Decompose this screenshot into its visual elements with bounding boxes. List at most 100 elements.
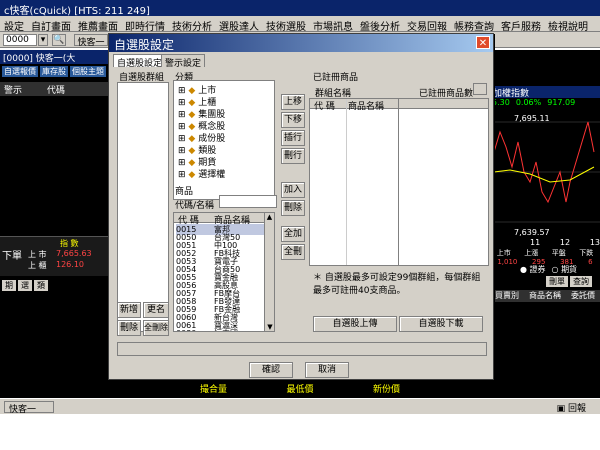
scroll-down-icon[interactable]: ▼: [265, 323, 274, 331]
delete-group-button[interactable]: 刪除: [117, 320, 141, 336]
window-title: [0000] 快客一(大: [0, 50, 110, 64]
dialog-status-field: [117, 342, 487, 356]
search-input[interactable]: [219, 195, 277, 208]
header-product: 商品名稱: [529, 291, 561, 300]
header-code: 代 碼: [314, 102, 335, 112]
tree-item-options[interactable]: ⊞ ◆ 選擇權: [178, 167, 225, 180]
radio-securities[interactable]: ● 證券: [520, 264, 546, 275]
move-down-button[interactable]: 下移: [281, 112, 305, 128]
scrollbar[interactable]: ▲ ▼: [264, 213, 274, 331]
rename-group-button[interactable]: 更名: [143, 302, 169, 318]
add-all-button[interactable]: 全加: [281, 226, 305, 242]
radio-label: 期貨: [561, 265, 578, 274]
tab-holdings[interactable]: 庫存股: [40, 66, 68, 77]
order-table-header: 買賣別 商品名稱 委託價: [490, 290, 600, 302]
workspace-tab[interactable]: 快客一: [74, 34, 108, 48]
tab-stock-topic[interactable]: 個股主題: [70, 66, 106, 77]
cancel-button[interactable]: 取消: [305, 362, 349, 378]
query-button[interactable]: 查詢: [570, 276, 592, 287]
index-otc-label: 上 櫃: [28, 261, 47, 270]
radio-futures[interactable]: ○ 期貨: [552, 264, 578, 275]
scroll-up-icon[interactable]: ▲: [265, 213, 274, 221]
left-tabs: 自選報價 庫存股 個股主題: [2, 66, 106, 77]
index-listed-label: 上 市: [28, 250, 47, 259]
price-high: 7,695.11: [514, 114, 550, 123]
menu-item-technical-screening[interactable]: 技術選股: [266, 18, 306, 33]
order-label[interactable]: 下單: [2, 247, 22, 262]
close-icon[interactable]: ✕: [476, 36, 490, 49]
header-alert: 警示: [4, 86, 23, 96]
workspace-status[interactable]: 快客一: [4, 401, 54, 415]
index-volume: 917.09: [547, 98, 576, 107]
category-tree[interactable]: ⊞ ◆ 上市 ⊞ ◆ 上櫃 ⊞ ◆ 集團股 ⊞ ◆ 概念股 ⊞ ◆ 成份股 ⊞ …: [173, 80, 275, 200]
registered-list-header: 代 碼 商品名稱: [310, 99, 488, 112]
dialog-title-bar: 自選股設定 ✕: [109, 34, 493, 52]
column-divider: [398, 99, 399, 265]
product-row[interactable]: 0080恒中國: [176, 328, 238, 331]
menu-item-after-market[interactable]: 盤後分析: [360, 18, 400, 33]
index-header: 指 數: [60, 239, 79, 248]
label-new-price: 新份價: [372, 385, 400, 395]
new-group-button[interactable]: 新增: [117, 302, 141, 318]
delete-row-button[interactable]: 刪行: [281, 148, 305, 164]
tab-futures[interactable]: 期: [2, 280, 16, 291]
group-list[interactable]: [117, 82, 169, 332]
confirm-button[interactable]: 確認: [249, 362, 293, 378]
menu-item-trade-reports[interactable]: 交易回報: [407, 18, 447, 33]
header-name: 商品名稱: [348, 102, 385, 112]
tab-alert-settings[interactable]: 警示設定: [161, 54, 206, 69]
menu-item-help[interactable]: 檢視說明: [548, 18, 588, 33]
bottom-quote-strip: 撮合量 最低價 新份價: [110, 378, 490, 398]
download-watchlist-button[interactable]: 自選股下載: [399, 316, 483, 332]
menu-item-realtime-quotes[interactable]: 即時行情: [125, 18, 165, 33]
order-buttons: 刪單 查詢: [546, 276, 592, 287]
menu-bar: 設定 自訂畫面 推薦畫面 即時行情 技術分析 選股達人 技術選股 市場訊息 盤後…: [0, 16, 600, 33]
index-change-pct: 0.06%: [515, 98, 542, 107]
price-low: 7,639.57: [514, 228, 550, 237]
report-status[interactable]: ▣ 回報: [557, 401, 586, 414]
remove-button[interactable]: 刪除: [281, 200, 305, 216]
radio-label: 證券: [529, 265, 546, 274]
index-title: 加權指數: [490, 86, 600, 99]
menu-item-customer-service[interactable]: 客戶服務: [501, 18, 541, 33]
product-name: 恒中國: [214, 329, 238, 331]
cancel-order-button[interactable]: 刪單: [546, 276, 568, 287]
bottom-labels: 撮合量 最低價 新份價: [200, 382, 400, 395]
time-axis: 11 12 13: [530, 238, 600, 247]
index-panel: 下單 指 數 上 市 7,665.63 上 櫃 126.10: [0, 236, 110, 276]
add-button[interactable]: 加入: [281, 182, 305, 198]
remove-all-button[interactable]: 全刪: [281, 244, 305, 260]
product-list[interactable]: 代 碼 商品名稱 0015 富邦 0050 台灣50 0051 中100 0052 FB科技 0…: [173, 212, 275, 332]
small-tabs: 期 選 類: [2, 280, 48, 291]
registered-label: 已註冊商品: [313, 73, 359, 83]
menu-item-technical-analysis[interactable]: 技術分析: [172, 18, 212, 33]
tab-watchlist[interactable]: 自選報價: [2, 66, 38, 77]
move-up-button[interactable]: 上移: [281, 94, 305, 110]
tab-options[interactable]: 選: [18, 280, 32, 291]
limit-note: ＊ 自選股最多可設定99個群組，每個群組最多可註冊40支商品。: [313, 273, 481, 296]
search-label: 代碼/名稱: [175, 201, 215, 211]
menu-item-market-news[interactable]: 市場訊息: [313, 18, 353, 33]
menu-item-settings[interactable]: 設定: [4, 18, 24, 33]
stock-code-input[interactable]: 0000: [3, 34, 37, 46]
search-icon[interactable]: 🔍: [52, 34, 66, 46]
menu-item-account-query[interactable]: 帳務查詢: [454, 18, 494, 33]
tab-watchlist-settings[interactable]: 自選股設定: [113, 54, 167, 69]
app-title-bar: c快客(cQuick) [HTS: 211 249]: [0, 0, 600, 17]
header-code: 代碼: [46, 86, 65, 96]
time-tick: 13: [589, 238, 600, 247]
registered-count-value: [473, 83, 487, 95]
insert-row-button[interactable]: 插行: [281, 130, 305, 146]
menu-item-custom-screen[interactable]: 自訂畫面: [31, 18, 71, 33]
menu-item-recommended-screen[interactable]: 推薦畫面: [78, 18, 118, 33]
upload-watchlist-button[interactable]: 自選股上傳: [313, 316, 397, 332]
delete-all-groups-button[interactable]: 全刪除: [143, 320, 169, 336]
product-list-header: 代 碼 商品名稱: [174, 213, 266, 226]
menu-item-stock-expert[interactable]: 選股達人: [219, 18, 259, 33]
index-listed-value: 7,665.63: [56, 249, 92, 258]
registered-list[interactable]: 代 碼 商品名稱: [309, 98, 489, 266]
chevron-down-icon[interactable]: ▾: [38, 34, 48, 46]
tab-sectors[interactable]: 類: [34, 280, 48, 291]
status-bar: 快客一 ▣ 回報: [0, 398, 600, 415]
left-table-header: 警示 代碼: [0, 82, 110, 96]
